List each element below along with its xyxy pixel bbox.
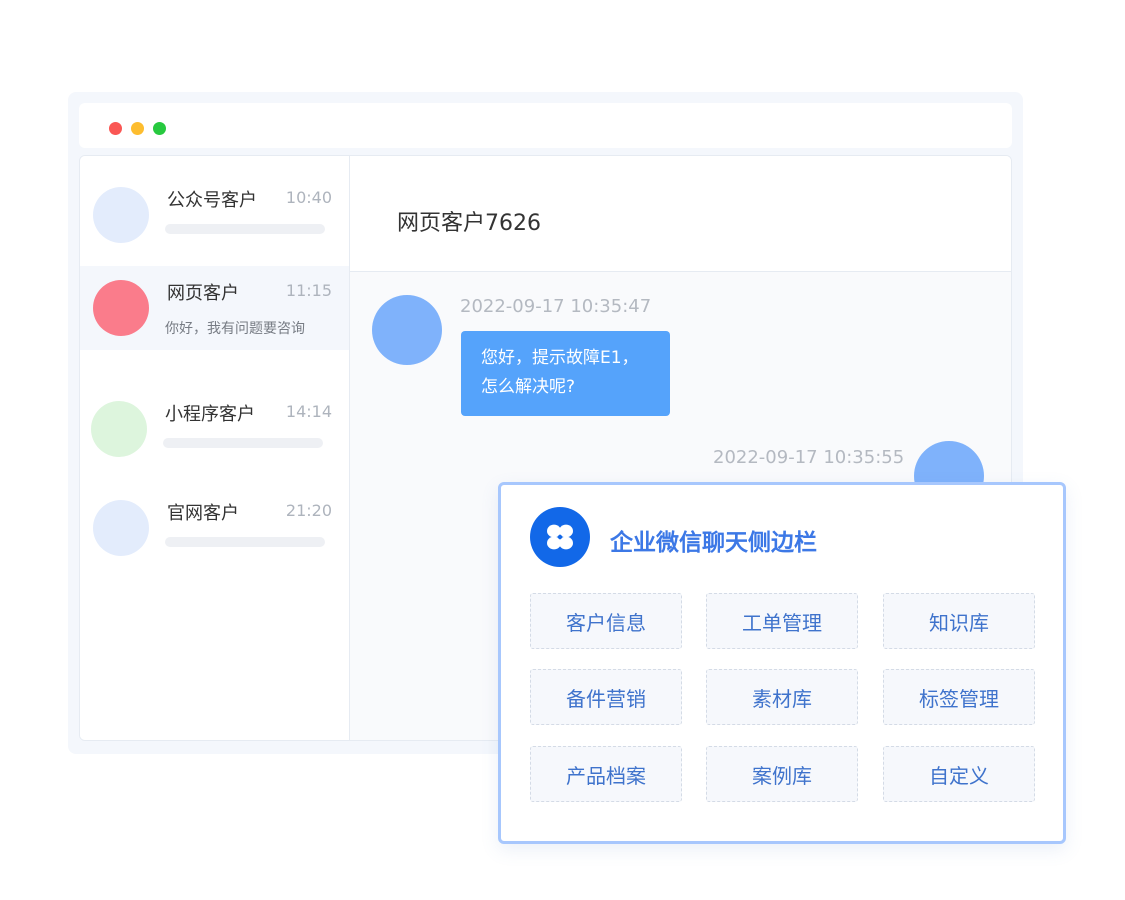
- chat-header: 网页客户7626: [350, 156, 1011, 272]
- conversation-name: 小程序客户: [165, 404, 255, 425]
- customer-info-button[interactable]: 客户信息: [530, 593, 682, 649]
- message-bubble[interactable]: 您好，提示故障E1， 怎么解决呢?: [461, 331, 670, 416]
- conversation-preview: 你好，我有问题要咨询: [165, 321, 305, 337]
- conversation-time: 11:15: [285, 281, 332, 300]
- case-library-button[interactable]: 案例库: [706, 746, 858, 802]
- message-line: 您好，提示故障E1，: [481, 348, 639, 368]
- tag-management-button[interactable]: 标签管理: [883, 669, 1035, 725]
- customer-avatar: [372, 295, 442, 365]
- conversation-list: 公众号客户 10:40 网页客户 11:15 你好，我有问题要咨询 小程序客户 …: [80, 156, 350, 740]
- panel-title: 企业微信聊天侧边栏: [610, 530, 817, 556]
- wecom-sidebar-panel: 企业微信聊天侧边栏 客户信息 工单管理 知识库 备件营销 素材库 标签管理 产品…: [498, 482, 1066, 844]
- avatar: [93, 500, 149, 556]
- wecom-clover-icon: [530, 507, 590, 567]
- preview-placeholder-bar: [165, 537, 325, 547]
- preview-placeholder-bar: [165, 224, 325, 234]
- conversation-time: 10:40: [285, 188, 332, 207]
- parts-marketing-button[interactable]: 备件营销: [530, 669, 682, 725]
- message-timestamp: 2022-09-17 10:35:55: [713, 447, 905, 468]
- conversation-name: 官网客户: [167, 503, 239, 524]
- work-order-button[interactable]: 工单管理: [706, 593, 858, 649]
- conversation-item-mini-program[interactable]: 小程序客户 14:14: [80, 376, 349, 460]
- window-titlebar: [79, 103, 1012, 148]
- conversation-name: 公众号客户: [167, 190, 257, 211]
- minimize-window-button[interactable]: [131, 122, 144, 135]
- conversation-item-official-site[interactable]: 官网客户 21:20: [80, 476, 349, 560]
- chat-title: 网页客户7626: [397, 211, 541, 236]
- message-timestamp: 2022-09-17 10:35:47: [460, 296, 652, 317]
- product-archive-button[interactable]: 产品档案: [530, 746, 682, 802]
- conversation-time: 14:14: [285, 402, 332, 421]
- avatar: [93, 187, 149, 243]
- message-line: 怎么解决呢?: [481, 377, 576, 397]
- conversation-time: 21:20: [285, 501, 332, 520]
- custom-button[interactable]: 自定义: [883, 746, 1035, 802]
- avatar: [93, 280, 149, 336]
- conversation-item-web[interactable]: 网页客户 11:15 你好，我有问题要咨询: [80, 266, 349, 350]
- conversation-name: 网页客户: [167, 283, 239, 304]
- close-window-button[interactable]: [109, 122, 122, 135]
- avatar: [91, 401, 147, 457]
- preview-placeholder-bar: [163, 438, 323, 448]
- maximize-window-button[interactable]: [153, 122, 166, 135]
- material-library-button[interactable]: 素材库: [706, 669, 858, 725]
- knowledge-base-button[interactable]: 知识库: [883, 593, 1035, 649]
- conversation-item-official-account[interactable]: 公众号客户 10:40: [80, 156, 349, 243]
